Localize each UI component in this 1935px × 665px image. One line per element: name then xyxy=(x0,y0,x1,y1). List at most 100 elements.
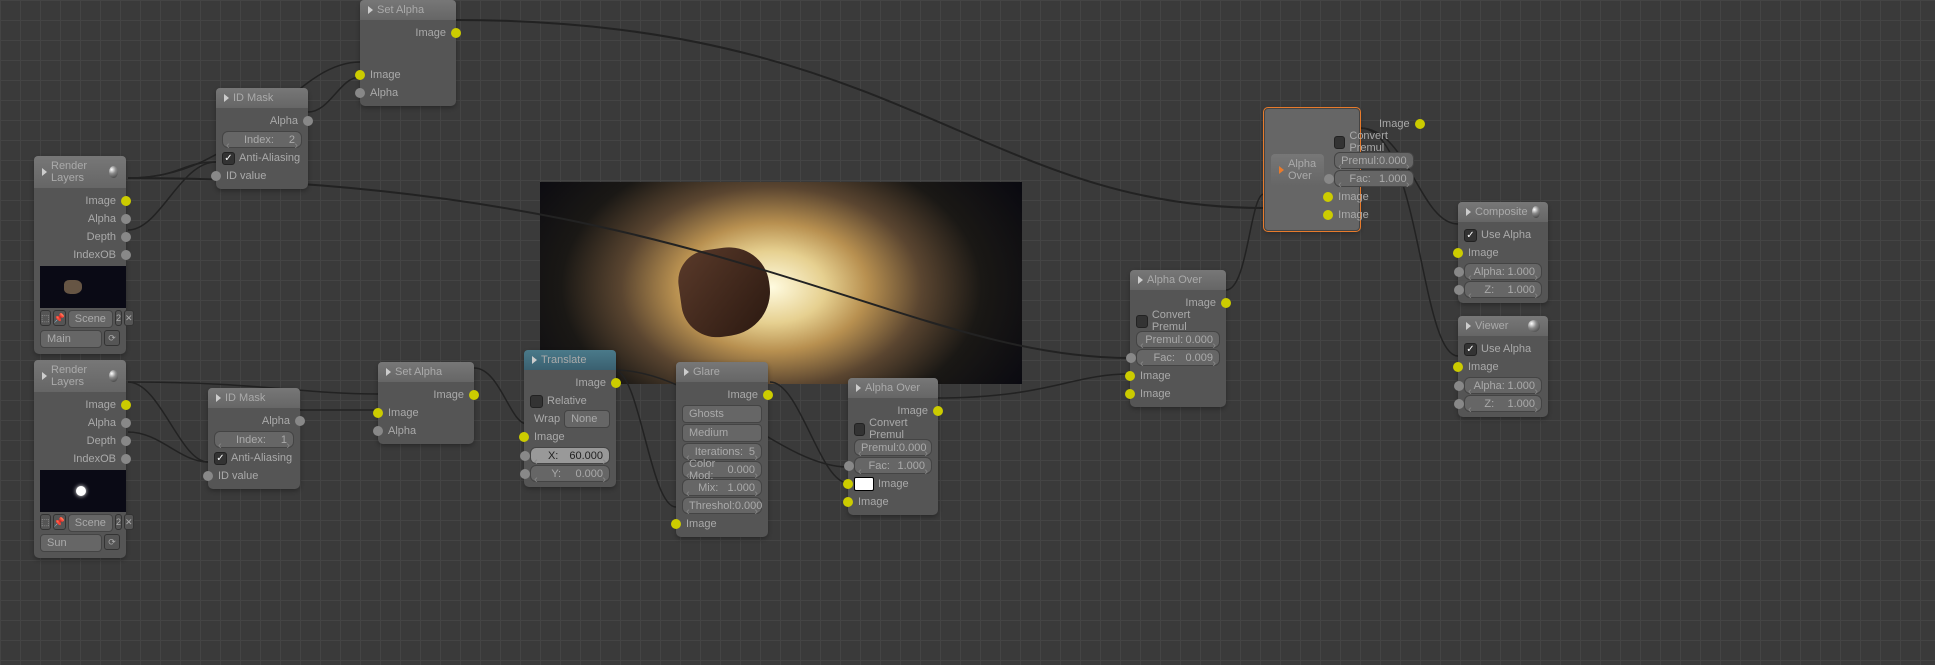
z-field[interactable]: Z:1.000 xyxy=(1464,281,1542,298)
input-socket[interactable] xyxy=(1323,210,1333,220)
layer-select[interactable]: Main xyxy=(40,330,102,348)
output-socket[interactable] xyxy=(763,390,773,400)
collapse-icon[interactable] xyxy=(856,384,861,392)
fac-field[interactable]: Fac:0.009 xyxy=(1136,349,1220,366)
convert-checkbox[interactable] xyxy=(1136,315,1148,328)
node-set-alpha-2[interactable]: Set Alpha Image Image Alpha xyxy=(378,362,474,444)
collapse-icon[interactable] xyxy=(368,6,373,14)
node-header[interactable]: Composite xyxy=(1458,202,1548,222)
node-id-mask-1[interactable]: ID Mask Alpha Index:2 Anti-Aliasing ID v… xyxy=(216,88,308,189)
input-socket[interactable] xyxy=(211,171,221,181)
z-field[interactable]: Z:1.000 xyxy=(1464,395,1542,412)
output-socket[interactable] xyxy=(933,406,943,416)
node-id-mask-2[interactable]: ID Mask Alpha Index:1 Anti-Aliasing ID v… xyxy=(208,388,300,489)
y-field[interactable]: Y:0.000 xyxy=(530,465,610,482)
input-socket[interactable] xyxy=(843,497,853,507)
node-header[interactable]: Translate xyxy=(524,350,616,370)
input-socket[interactable] xyxy=(519,432,529,442)
premul-field[interactable]: Premul:0.000 xyxy=(854,439,932,456)
output-socket[interactable] xyxy=(1221,298,1231,308)
node-header[interactable]: Render Layers xyxy=(34,156,126,188)
glare-quality-select[interactable]: Medium xyxy=(682,424,762,442)
node-render-layers-2[interactable]: Render Layers Image Alpha Depth IndexOB … xyxy=(34,360,126,558)
premul-field[interactable]: Premul:0.000 xyxy=(1136,331,1220,348)
output-socket[interactable] xyxy=(121,232,131,242)
fac-field[interactable]: Fac:1.000 xyxy=(854,457,932,474)
node-header[interactable]: Render Layers xyxy=(34,360,126,392)
input-socket[interactable] xyxy=(1324,174,1334,184)
mix-field[interactable]: Mix:1.000 xyxy=(682,479,762,496)
output-socket[interactable] xyxy=(611,378,621,388)
collapse-icon[interactable] xyxy=(224,94,229,102)
input-socket[interactable] xyxy=(1125,371,1135,381)
output-socket[interactable] xyxy=(303,116,313,126)
input-socket[interactable] xyxy=(355,88,365,98)
output-socket[interactable] xyxy=(121,400,131,410)
collapse-icon[interactable] xyxy=(684,368,689,376)
node-header[interactable]: Viewer xyxy=(1458,316,1548,336)
index-field[interactable]: Index:2 xyxy=(222,131,302,148)
premul-field[interactable]: Premul:0.000 xyxy=(1334,152,1413,169)
input-socket[interactable] xyxy=(1453,362,1463,372)
node-translate[interactable]: Translate Image Relative WrapNone Image … xyxy=(524,350,616,487)
convert-checkbox[interactable] xyxy=(1334,136,1345,149)
pin-icon[interactable]: 📌 xyxy=(53,310,66,326)
glare-type-select[interactable]: Ghosts xyxy=(682,405,762,423)
node-alpha-over-2[interactable]: Alpha Over Image Convert Premul Premul:0… xyxy=(1130,270,1226,407)
aa-checkbox[interactable] xyxy=(222,152,235,165)
usealpha-checkbox[interactable] xyxy=(1464,229,1477,242)
node-glare[interactable]: Glare Image Ghosts Medium Iterations:5 C… xyxy=(676,362,768,537)
pin-icon[interactable]: 📌 xyxy=(53,514,66,530)
wrap-select[interactable]: None xyxy=(564,410,610,428)
collapse-icon[interactable] xyxy=(1466,322,1471,330)
input-socket[interactable] xyxy=(671,519,681,529)
input-socket[interactable] xyxy=(843,479,853,489)
node-header[interactable]: Set Alpha xyxy=(360,0,456,20)
output-socket[interactable] xyxy=(295,416,305,426)
node-header[interactable]: Alpha Over xyxy=(1130,270,1226,290)
output-socket[interactable] xyxy=(121,196,131,206)
reload-icon[interactable]: ⟳ xyxy=(104,330,120,346)
output-socket[interactable] xyxy=(121,418,131,428)
node-header[interactable]: Alpha Over xyxy=(848,378,938,398)
output-socket[interactable] xyxy=(1415,119,1425,129)
x-field[interactable]: X:60.000 xyxy=(530,447,610,464)
input-socket[interactable] xyxy=(203,471,213,481)
output-socket[interactable] xyxy=(469,390,479,400)
convert-checkbox[interactable] xyxy=(854,423,865,436)
collapse-icon[interactable] xyxy=(1466,208,1471,216)
scene-num[interactable]: 2 xyxy=(115,514,122,530)
fac-field[interactable]: Fac:1.000 xyxy=(1334,170,1413,187)
node-header[interactable]: ID Mask xyxy=(208,388,300,408)
layer-select[interactable]: Sun xyxy=(40,534,102,552)
node-composite[interactable]: Composite Use Alpha Image Alpha:1.000 Z:… xyxy=(1458,202,1548,303)
scene-select[interactable]: Scene xyxy=(68,514,113,532)
input-socket[interactable] xyxy=(1454,285,1464,295)
collapse-icon[interactable] xyxy=(386,368,391,376)
node-alpha-over-3[interactable]: Alpha Over Image Convert Premul Premul:0… xyxy=(1264,108,1360,231)
input-socket[interactable] xyxy=(1454,267,1464,277)
scene-select[interactable]: Scene xyxy=(68,310,113,328)
index-field[interactable]: Index:1 xyxy=(214,431,294,448)
collapse-icon[interactable] xyxy=(1279,166,1284,174)
collapse-icon[interactable] xyxy=(42,372,47,380)
input-socket[interactable] xyxy=(1125,389,1135,399)
output-socket[interactable] xyxy=(121,436,131,446)
node-header[interactable]: Glare xyxy=(676,362,768,382)
collapse-icon[interactable] xyxy=(1138,276,1143,284)
input-socket[interactable] xyxy=(373,408,383,418)
input-socket[interactable] xyxy=(1453,248,1463,258)
node-viewer[interactable]: Viewer Use Alpha Image Alpha:1.000 Z:1.0… xyxy=(1458,316,1548,417)
collapse-icon[interactable] xyxy=(42,168,47,176)
toggle-icon[interactable]: ⬚ xyxy=(40,514,51,530)
close-icon[interactable]: ✕ xyxy=(124,514,134,530)
node-set-alpha-1[interactable]: Set Alpha Image Image Alpha xyxy=(360,0,456,106)
toggle-icon[interactable]: ⬚ xyxy=(40,310,51,326)
output-socket[interactable] xyxy=(121,214,131,224)
close-icon[interactable]: ✕ xyxy=(124,310,134,326)
node-header[interactable]: Set Alpha xyxy=(378,362,474,382)
input-socket[interactable] xyxy=(355,70,365,80)
input-socket[interactable] xyxy=(1126,353,1136,363)
colormod-field[interactable]: Color Mod:0.000 xyxy=(682,461,762,478)
alpha-field[interactable]: Alpha:1.000 xyxy=(1464,263,1542,280)
